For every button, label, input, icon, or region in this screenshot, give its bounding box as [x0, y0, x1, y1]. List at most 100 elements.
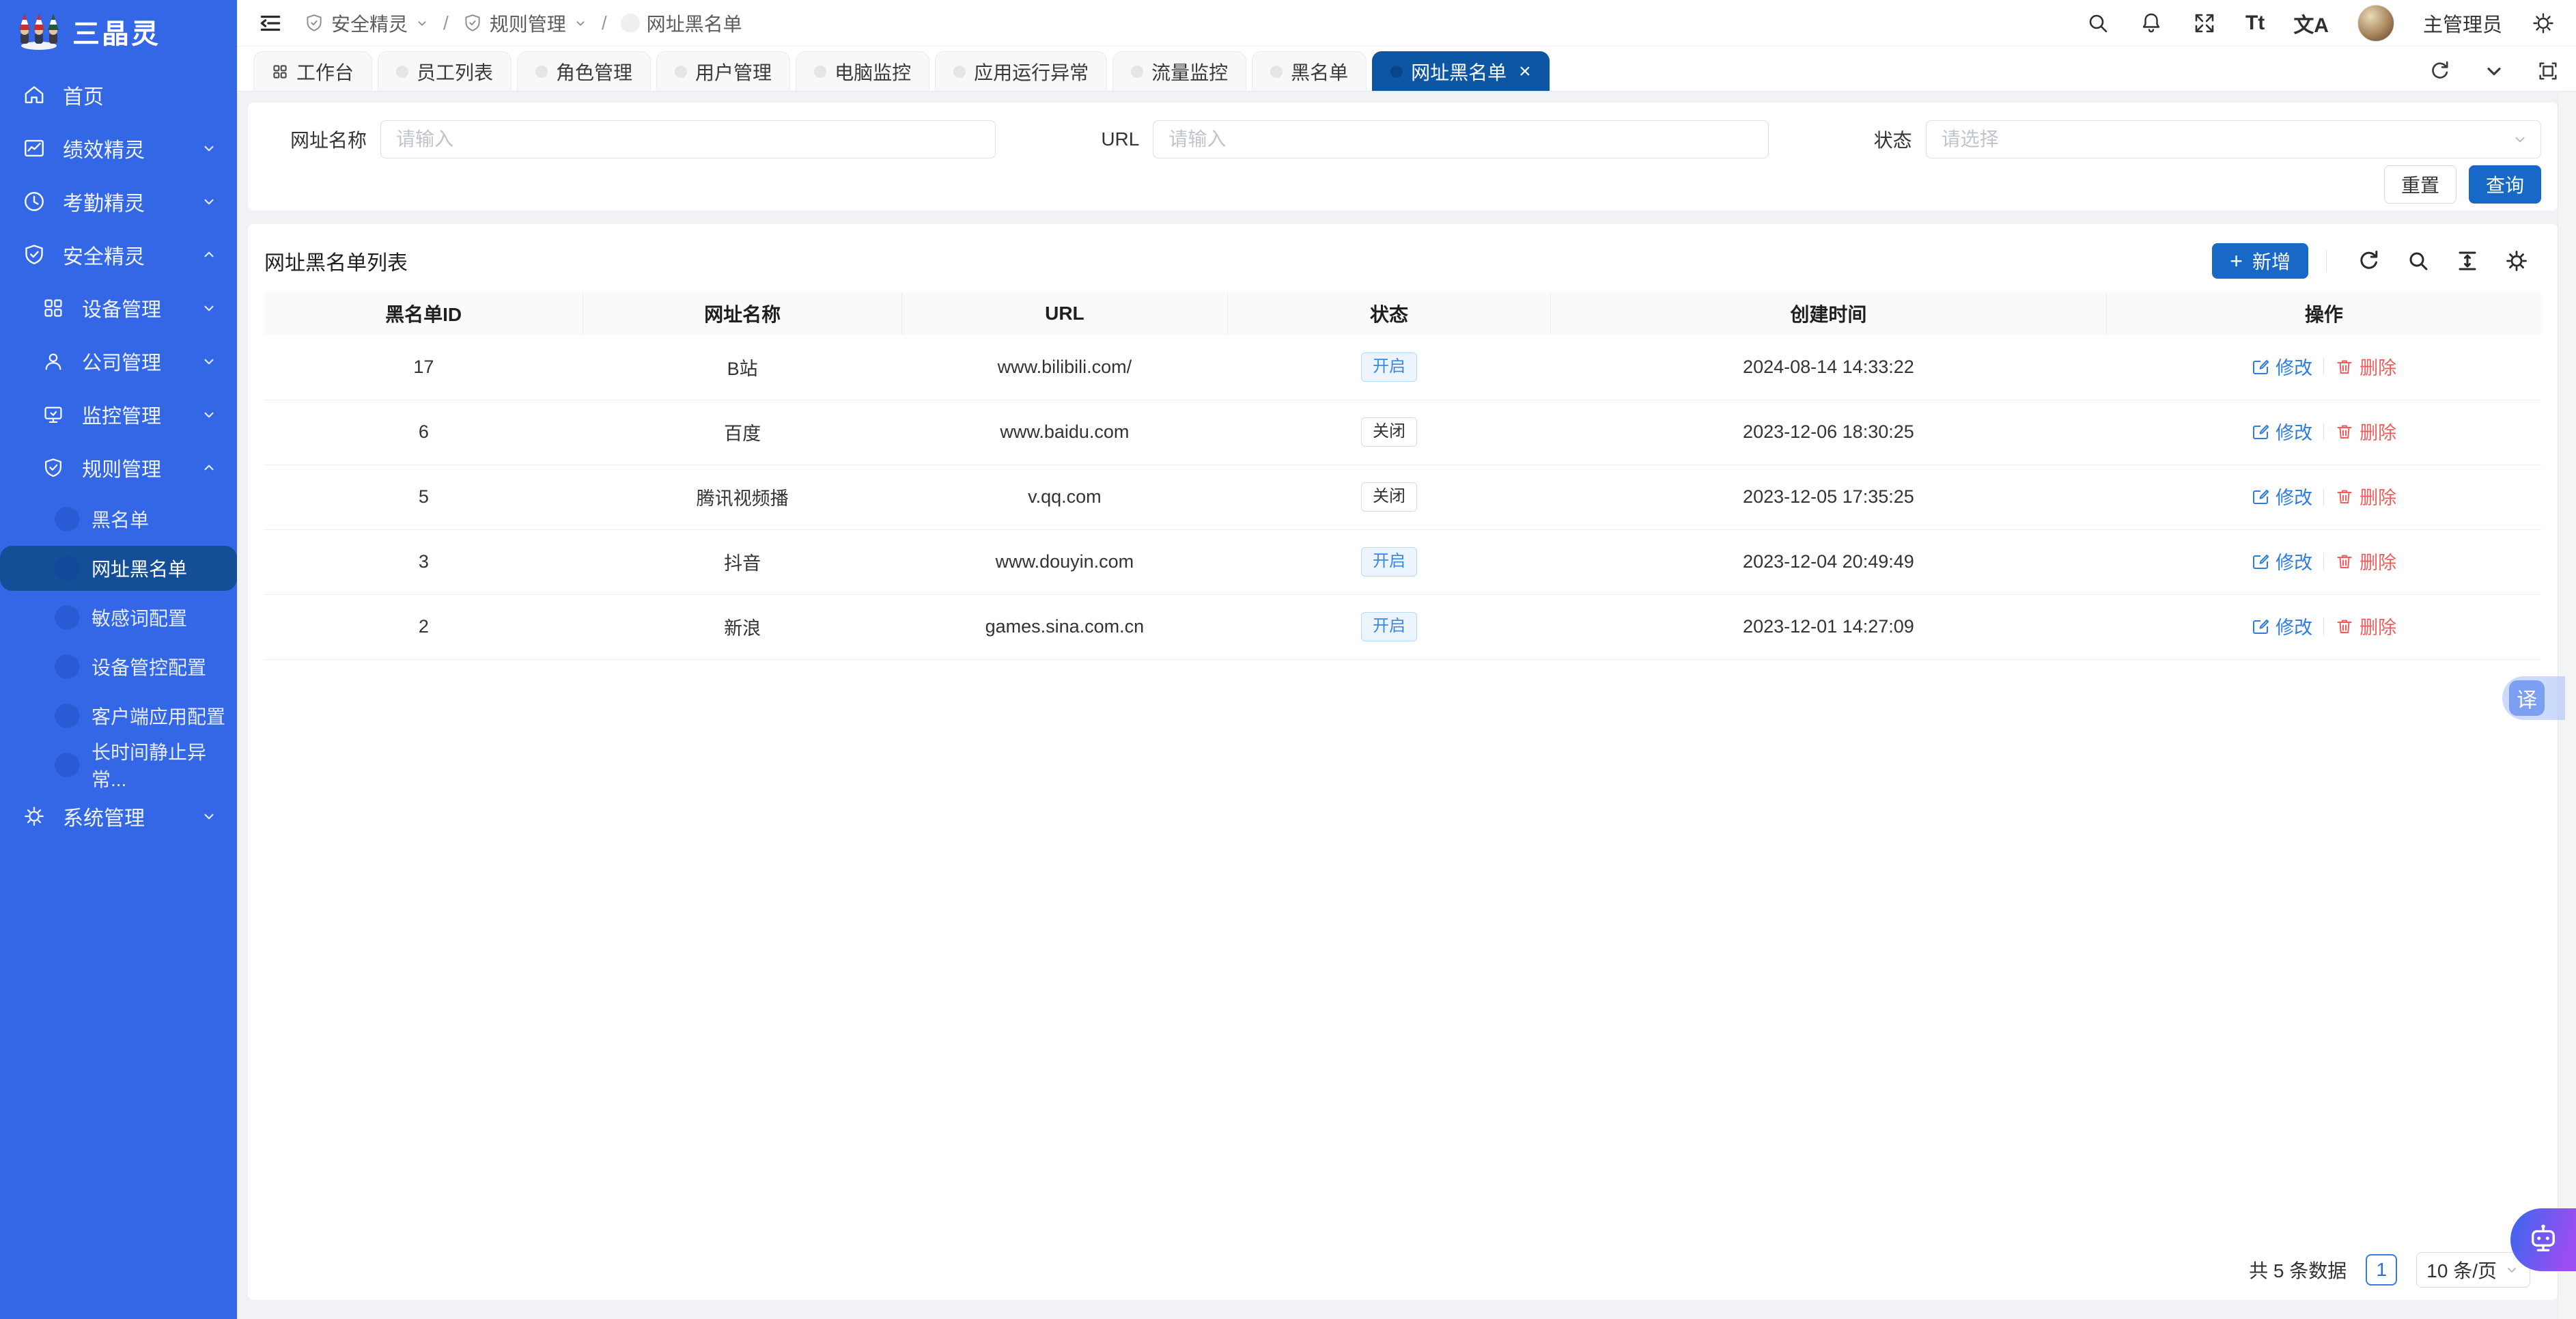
cell-name: 腾讯视频播 [583, 464, 902, 529]
toolbar-divider [2326, 250, 2327, 272]
site-name-input[interactable] [380, 120, 996, 158]
delete-link[interactable]: 删除 [2335, 613, 2396, 639]
tab-dot-icon [396, 66, 408, 78]
status-badge: 开启 [1361, 612, 1417, 641]
tab-employee-list[interactable]: 员工列表 [378, 51, 512, 91]
plus-icon: + [2230, 250, 2243, 272]
edit-label: 修改 [2276, 483, 2312, 510]
blacklist-table: 黑名单ID 网址名称 URL 状态 创建时间 操作 17 B站 www.bili… [264, 292, 2541, 660]
add-button-label: 新增 [2252, 247, 2291, 275]
cell-id: 6 [264, 400, 583, 464]
table-row: 2 新浪 games.sina.com.cn 开启 2023-12-01 14:… [264, 594, 2541, 659]
field-label: 网址名称 [264, 126, 380, 153]
sidebar-item-security[interactable]: 安全精灵 [0, 228, 237, 281]
sidebar-item-home[interactable]: 首页 [0, 68, 237, 122]
sidebar-item-label: 绩效精灵 [63, 133, 145, 163]
sidebar-item-performance[interactable]: 绩效精灵 [0, 122, 237, 175]
tab-dot-icon [953, 66, 966, 78]
sidebar-item-device-management[interactable]: 设备管理 [0, 281, 237, 335]
tab-workbench[interactable]: 工作台 [253, 51, 372, 91]
status-select[interactable] [1926, 120, 2541, 158]
chevron-down-icon [200, 193, 218, 210]
refresh-icon[interactable] [2357, 249, 2381, 273]
sidebar-item-sensitive-words[interactable]: 敏感词配置 [0, 593, 237, 642]
delete-label: 删除 [2360, 483, 2396, 510]
refresh-icon[interactable] [2428, 59, 2452, 83]
column-header: 状态 [1227, 292, 1550, 335]
sidebar-item-blacklist[interactable]: 黑名单 [0, 495, 237, 544]
avatar[interactable] [2357, 5, 2394, 42]
url-input[interactable] [1153, 120, 1768, 158]
cell-created: 2023-12-01 14:27:09 [1551, 594, 2106, 659]
chevron-down-icon[interactable] [2483, 60, 2505, 82]
tab-label: 应用运行异常 [974, 58, 1089, 85]
reset-button[interactable]: 重置 [2384, 165, 2456, 204]
home-icon [20, 83, 48, 107]
delete-link[interactable]: 删除 [2335, 353, 2396, 380]
breadcrumb-item-rules[interactable]: 规则管理 [462, 10, 588, 37]
placeholder-dot-icon [55, 605, 79, 630]
fullscreen-icon[interactable] [2192, 11, 2217, 36]
sidebar-item-system-management[interactable]: 系统管理 [0, 790, 237, 843]
settings-gear-icon[interactable] [2531, 11, 2556, 36]
sidebar-item-company-management[interactable]: 公司管理 [0, 335, 237, 388]
edit-link[interactable]: 修改 [2251, 548, 2312, 574]
close-icon[interactable]: × [1519, 61, 1531, 82]
breadcrumb-item-security[interactable]: 安全精灵 [304, 10, 430, 37]
placeholder-dot-icon [55, 654, 79, 679]
tab-user-management[interactable]: 用户管理 [656, 51, 790, 91]
bell-icon[interactable] [2139, 11, 2164, 36]
column-header: 黑名单ID [264, 292, 583, 335]
tab-label: 流量监控 [1151, 58, 1228, 85]
search-icon[interactable] [2086, 11, 2110, 36]
cell-id: 2 [264, 594, 583, 659]
chatbot-fab[interactable] [2510, 1208, 2576, 1271]
edit-link[interactable]: 修改 [2251, 353, 2312, 380]
delete-link[interactable]: 删除 [2335, 418, 2396, 445]
sidebar-item-client-app-config[interactable]: 客户端应用配置 [0, 691, 237, 740]
row-height-icon[interactable] [2455, 249, 2480, 273]
edit-link[interactable]: 修改 [2251, 613, 2312, 639]
chevron-down-icon [200, 406, 218, 424]
tab-blacklist[interactable]: 黑名单 [1252, 51, 1367, 91]
chevron-down-icon [200, 299, 218, 317]
sidebar-item-rule-management[interactable]: 规则管理 [0, 441, 237, 495]
tab-traffic-monitor[interactable]: 流量监控 [1112, 51, 1246, 91]
chevron-down-icon [573, 16, 588, 31]
tab-url-blacklist[interactable]: 网址黑名单 × [1372, 51, 1550, 91]
user-name[interactable]: 主管理员 [2423, 9, 2502, 38]
font-size-icon[interactable]: Tt [2245, 12, 2265, 35]
delete-link[interactable]: 删除 [2335, 483, 2396, 510]
settings-gear-icon[interactable] [2504, 249, 2529, 273]
sidebar-item-attendance[interactable]: 考勤精灵 [0, 175, 237, 228]
tab-role-management[interactable]: 角色管理 [517, 51, 651, 91]
translate-fab[interactable]: 译 [2502, 676, 2565, 720]
edit-link[interactable]: 修改 [2251, 418, 2312, 445]
page-1-button[interactable]: 1 [2366, 1254, 2397, 1286]
tab-bar: 工作台 员工列表 角色管理 用户管理 电脑监控 应用运行异常 流量监控 黑名单 … [237, 46, 2576, 92]
add-button[interactable]: + 新增 [2212, 243, 2308, 279]
collapse-sidebar-icon[interactable] [257, 10, 283, 36]
sidebar-item-label: 监控管理 [82, 400, 161, 429]
cell-url: www.bilibili.com/ [902, 335, 1228, 400]
cell-created: 2024-08-14 14:33:22 [1551, 335, 2106, 400]
search-button[interactable]: 查询 [2469, 165, 2541, 204]
translate-icon[interactable]: 文A [2293, 8, 2329, 38]
chevron-up-icon [200, 246, 218, 264]
maximize-icon[interactable] [2536, 59, 2560, 83]
sidebar-item-idle-anomaly[interactable]: 长时间静止异常... [0, 740, 237, 790]
search-icon[interactable] [2406, 249, 2431, 273]
delete-link[interactable]: 删除 [2335, 548, 2396, 574]
status-badge: 开启 [1361, 547, 1417, 577]
tab-computer-monitor[interactable]: 电脑监控 [796, 51, 929, 91]
sidebar-item-device-control-config[interactable]: 设备管控配置 [0, 642, 237, 691]
tab-app-runtime-anomaly[interactable]: 应用运行异常 [935, 51, 1107, 91]
edit-link[interactable]: 修改 [2251, 483, 2312, 510]
monitor-icon [40, 404, 67, 426]
sidebar-item-label: 系统管理 [63, 801, 145, 831]
tab-dot-icon [814, 66, 826, 78]
sidebar-item-monitor-management[interactable]: 监控管理 [0, 388, 237, 441]
page-size-select[interactable]: 10 条/页 [2416, 1252, 2530, 1288]
sidebar-item-label: 长时间静止异常... [92, 738, 237, 792]
sidebar-item-url-blacklist[interactable]: 网址黑名单 [0, 546, 237, 591]
